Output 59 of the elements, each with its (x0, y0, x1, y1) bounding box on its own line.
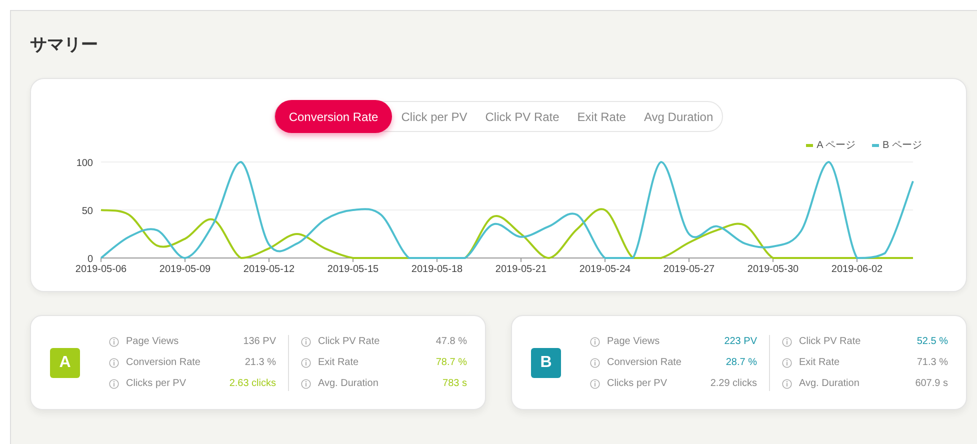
stat-label: Clicks per PV (126, 377, 186, 391)
info-icon (109, 336, 119, 346)
stat-value: 21.3 % (244, 356, 276, 370)
stat-label: Click PV Rate (318, 335, 380, 349)
tab[interactable]: Conversion Rate (274, 100, 392, 133)
info-icon (782, 378, 792, 388)
axis-tick-label: 2019-05-24 (579, 264, 631, 275)
info-icon (590, 336, 600, 346)
section-title: サマリー (30, 34, 99, 56)
info-icon (109, 378, 119, 388)
axis-tick-label: 2019-05-18 (411, 264, 463, 275)
axis-tick-label: 2019-06-02 (831, 264, 883, 275)
legend-label: B ページ (882, 138, 922, 152)
stat-label: Conversion Rate (607, 356, 682, 370)
tab[interactable]: Avg Duration (634, 101, 722, 132)
axis-tick-label: 100 (76, 158, 93, 169)
page-badge: A (50, 348, 80, 378)
stat-label: Avg. Duration (318, 377, 378, 391)
page-badge: B (531, 348, 561, 378)
info-icon (590, 358, 600, 368)
info-icon (109, 358, 119, 368)
stat-label: Click PV Rate (799, 335, 861, 349)
axis-tick-label: 2019-05-21 (495, 264, 547, 275)
info-icon (301, 358, 311, 368)
axis-tick-label: 2019-05-15 (327, 264, 379, 275)
stat-label: Avg. Duration (799, 377, 860, 391)
info-icon (301, 378, 311, 388)
stat-value: 71.3 % (916, 356, 948, 370)
stat-value: 783 s (442, 377, 467, 391)
stat-label: Page Views (126, 335, 179, 349)
axis-tick-label: 2019-05-06 (75, 264, 127, 275)
stat-value: 28.7 % (726, 356, 757, 370)
axis-tick-label: 2019-05-27 (663, 264, 715, 275)
stat-label: Conversion Rate (126, 356, 200, 370)
stat-value: 607.9 s (915, 377, 948, 391)
stat-label: Exit Rate (318, 356, 359, 370)
tab[interactable]: Click per PV (392, 101, 476, 132)
stat-value: 52.5 % (916, 335, 948, 349)
stat-label: Exit Rate (799, 356, 840, 370)
info-icon (782, 358, 792, 368)
axis-tick-label: 2019-05-30 (747, 264, 799, 275)
stat-value: 47.8 % (436, 335, 467, 349)
axis-tick-label: 2019-05-12 (243, 264, 295, 275)
axis-tick-label: 50 (82, 206, 93, 217)
stat-label: Page Views (607, 335, 660, 349)
info-icon (782, 336, 792, 346)
info-icon (301, 336, 311, 346)
stat-value: 78.7 % (436, 356, 467, 370)
tab[interactable]: Click PV Rate (476, 101, 568, 132)
axis-tick-label: 2019-05-09 (159, 264, 211, 275)
info-icon (590, 378, 600, 388)
stat-value: 2.63 clicks (229, 377, 276, 391)
legend-label: A ページ (816, 138, 856, 152)
tab[interactable]: Exit Rate (568, 101, 635, 132)
stat-value: 136 PV (243, 335, 276, 349)
stat-label: Clicks per PV (607, 377, 668, 391)
stat-value: 2.29 clicks (710, 377, 757, 391)
stat-value: 223 PV (724, 335, 757, 349)
axis-tick-label: 0 (87, 254, 93, 265)
